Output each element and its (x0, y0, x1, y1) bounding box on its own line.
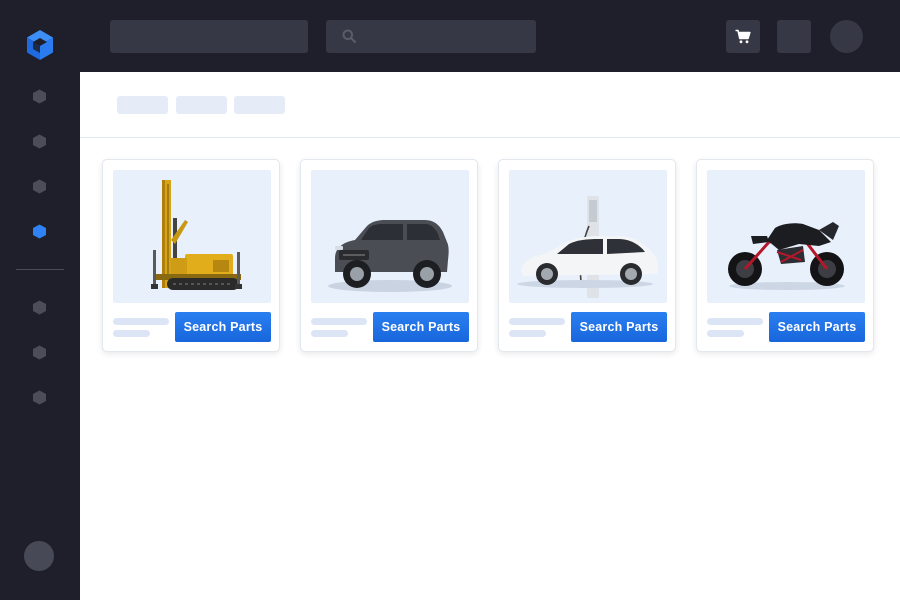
cart-button[interactable] (726, 20, 760, 53)
card-text-placeholder (509, 318, 565, 325)
breadcrumb-item-2[interactable] (176, 96, 227, 114)
breadcrumb (80, 72, 900, 138)
card-text-placeholder (707, 318, 763, 325)
user-avatar[interactable] (24, 541, 54, 571)
sidebar-item-5-icon[interactable] (32, 300, 47, 315)
motorcycle-image (707, 170, 865, 303)
search-parts-button[interactable]: Search Parts (571, 312, 667, 342)
sidebar-item-2-icon[interactable] (32, 134, 47, 149)
breadcrumb-item-1[interactable] (117, 96, 168, 114)
main-content: Search Parts Search Parts Search Parts S… (80, 72, 900, 600)
search-parts-button[interactable]: Search Parts (175, 312, 271, 342)
card-text-placeholder (311, 318, 367, 325)
search-input[interactable] (326, 20, 536, 53)
sidebar-item-4-icon-active[interactable] (32, 224, 47, 239)
card-text-placeholder (707, 330, 744, 337)
card-text-placeholder (509, 330, 546, 337)
sidebar (0, 0, 80, 600)
search-parts-button[interactable]: Search Parts (373, 312, 469, 342)
card-text-placeholder (311, 330, 348, 337)
profile-avatar[interactable] (830, 20, 863, 53)
menu-button[interactable] (777, 20, 811, 53)
sidebar-item-3-icon[interactable] (32, 179, 47, 194)
cart-icon (735, 29, 751, 44)
product-card-motorcycle: Search Parts (696, 159, 874, 352)
electric-car-charging-image (509, 170, 667, 303)
breadcrumb-item-3[interactable] (234, 96, 285, 114)
top-bar (80, 0, 900, 72)
search-icon (342, 29, 356, 43)
sidebar-item-1-icon[interactable] (32, 89, 47, 104)
card-text-placeholder (113, 330, 150, 337)
suv-image (311, 170, 469, 303)
logo-icon[interactable] (23, 28, 57, 62)
product-card-electric-car: Search Parts (498, 159, 676, 352)
product-card-suv: Search Parts (300, 159, 478, 352)
drilling-rig-image (113, 170, 271, 303)
top-field-placeholder[interactable] (110, 20, 308, 53)
product-card-drilling-rig: Search Parts (102, 159, 280, 352)
card-text-placeholder (113, 318, 169, 325)
sidebar-divider (16, 269, 64, 270)
sidebar-item-6-icon[interactable] (32, 345, 47, 360)
sidebar-item-7-icon[interactable] (32, 390, 47, 405)
search-parts-button[interactable]: Search Parts (769, 312, 865, 342)
